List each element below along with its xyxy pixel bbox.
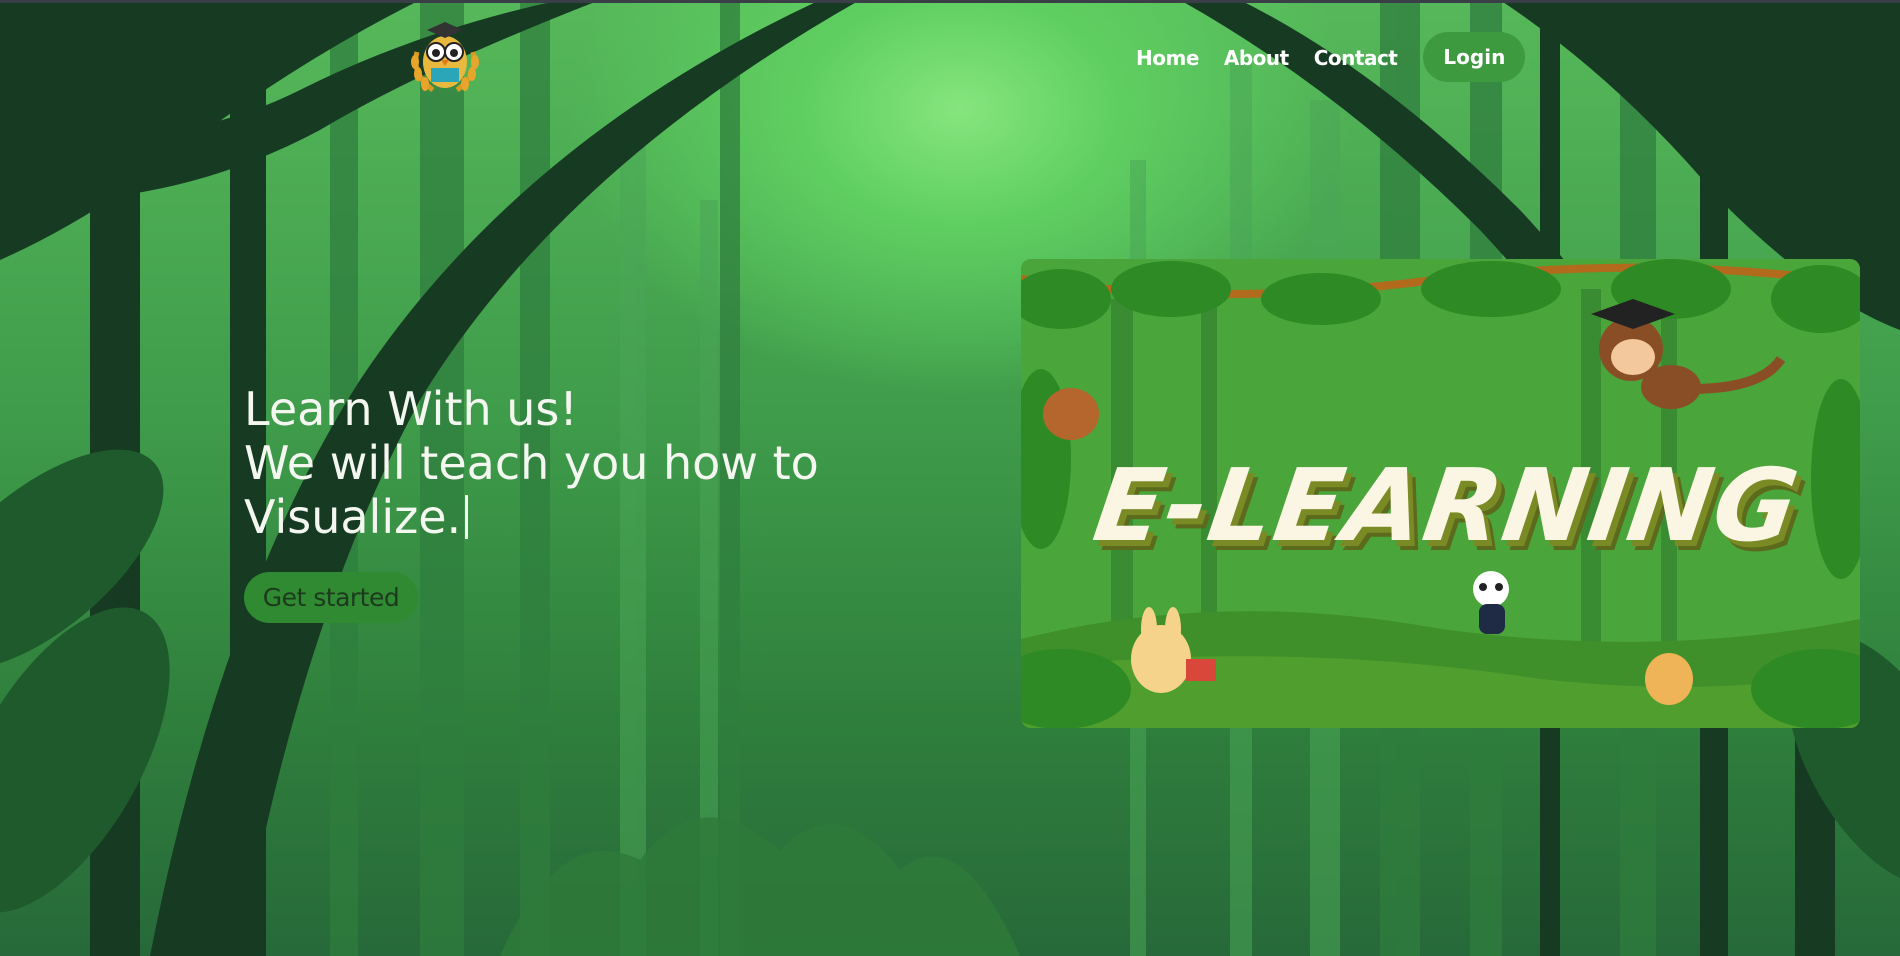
owl-logo[interactable]: [405, 12, 485, 98]
top-nav: Home About Contact Login: [1136, 32, 1526, 82]
hero-line-1: Learn With us!: [244, 382, 578, 436]
nav-contact-link[interactable]: Contact: [1314, 46, 1398, 70]
hero-text: Learn With us! We will teach you how to …: [244, 382, 884, 544]
hero-line-3-wrap: Visualize.: [244, 490, 884, 544]
get-started-button[interactable]: Get started: [244, 572, 418, 623]
hero-line-3: Visualize.: [244, 490, 462, 544]
elearning-banner-image: E-LEARNING: [1021, 259, 1860, 728]
window-top-border: [0, 0, 1900, 3]
nav-about-link[interactable]: About: [1224, 46, 1289, 70]
hero-line-2: We will teach you how to: [244, 436, 819, 490]
login-button[interactable]: Login: [1423, 32, 1526, 82]
elearning-title: E-LEARNING: [1087, 447, 1807, 564]
typing-cursor: [465, 495, 469, 539]
owl-logo-icon: [411, 22, 479, 93]
nav-home-link[interactable]: Home: [1136, 46, 1199, 70]
